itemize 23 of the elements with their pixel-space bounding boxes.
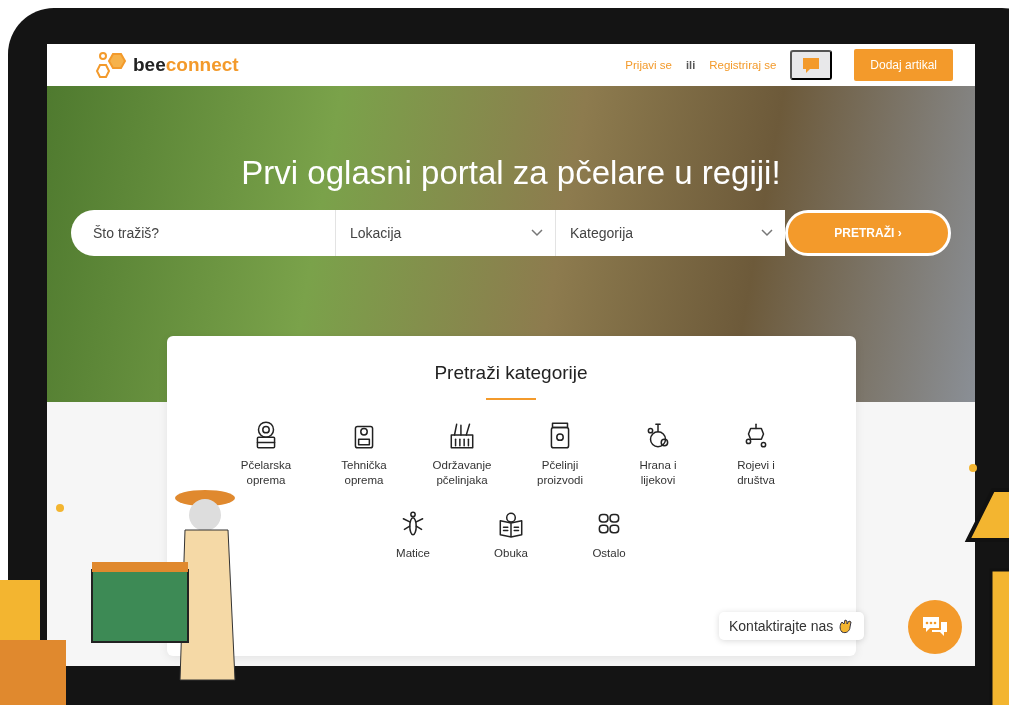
chevron-down-icon (531, 229, 543, 237)
category-link[interactable]: Matice (396, 545, 430, 561)
categories-title: Pretraži kategorije (434, 362, 588, 384)
honeycomb-icon (95, 50, 127, 80)
separator-text: ili (686, 59, 696, 71)
category-link[interactable]: Tehnička oprema (328, 458, 400, 488)
category-link[interactable]: Pčelarska oprema (230, 458, 302, 488)
category-link[interactable]: Rojevi i društva (720, 458, 792, 488)
category-link[interactable]: Hrana i lijekovi (622, 458, 694, 488)
category-select[interactable]: Kategorija (555, 210, 785, 256)
chevron-down-icon (761, 229, 773, 237)
contact-text: Kontaktirajte nas (729, 618, 834, 634)
category-link[interactable]: Održavanje pčelinjaka (426, 458, 498, 488)
speech-bubble-icon (802, 56, 821, 74)
category-link[interactable]: Obuka (494, 545, 528, 561)
search-field[interactable]: Što tražiš? (71, 210, 335, 256)
hero-title: Prvi oglasni portal za pčelare u regiji! (241, 154, 781, 192)
hand-icon (838, 618, 855, 634)
location-select[interactable]: Lokacija (335, 210, 555, 256)
category-link[interactable]: Pčelinji proizvodi (524, 458, 596, 488)
logo-text[interactable]: beeconnect (133, 54, 239, 76)
message-button[interactable] (790, 50, 833, 80)
category-link[interactable]: Ostalo (592, 545, 626, 561)
